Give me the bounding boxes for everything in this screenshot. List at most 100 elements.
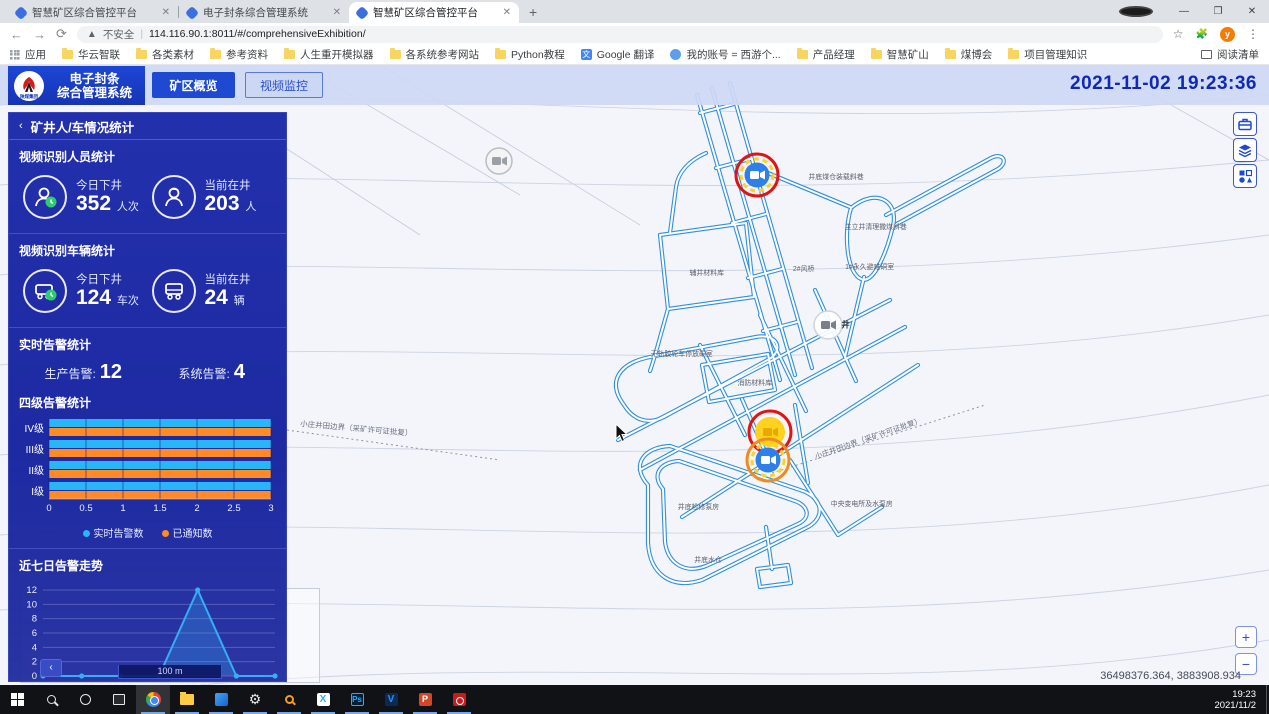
bar-chart-legend: 实时告警数 已通知数 [9, 525, 286, 540]
taskbar-x-app-icon[interactable]: X [306, 685, 340, 714]
tunnel-network [616, 83, 1004, 587]
browser-tab[interactable]: 电子封条综合管理系统 ✕ [179, 2, 349, 23]
translate-icon: 文 [580, 49, 592, 60]
svg-text:III级: III级 [26, 444, 44, 456]
profile-avatar[interactable]: y [1220, 26, 1235, 42]
browser-tab[interactable]: 智慧矿区综合管控平台 ✕ [349, 2, 519, 23]
taskbar-settings-icon[interactable]: ⚙ [238, 685, 272, 714]
folder-icon [210, 48, 221, 59]
bookmark-item[interactable]: 人生重开模拟器 [284, 47, 374, 62]
svg-text:3: 3 [268, 503, 273, 514]
address-bar[interactable]: ▲ 不安全 | 114.116.90.1:8011/#/comprehensiv… [76, 25, 1163, 43]
taskbar-everything-search-icon[interactable] [272, 685, 306, 714]
camera-marker-alarm-red[interactable] [734, 152, 780, 198]
tab-close-icon[interactable]: ✕ [503, 7, 511, 18]
bookmark-item[interactable]: 各系统参考网站 [389, 47, 479, 62]
taskbar-powerpoint-icon[interactable]: P [408, 685, 442, 714]
vehicle-stats-row: 今日下井 124 车次 当前在井 24 辆 [9, 259, 286, 321]
header-datetime: 2021-11-02 19:23:36 [1070, 73, 1257, 94]
map-layers-button[interactable] [1233, 138, 1257, 162]
svg-text:1.5: 1.5 [153, 503, 166, 514]
company-logo-icon: 陕煤集团 [14, 70, 44, 101]
bookmark-item[interactable]: 产品经理 [796, 47, 855, 62]
map-coordinates: 36498376.364, 3883908.934 [1100, 670, 1241, 682]
window-controls: — ❐ ✕ [1119, 0, 1269, 23]
vehicle-icon [151, 269, 196, 313]
browser-tab[interactable]: 智慧矿区综合管控平台 ✕ [8, 2, 178, 23]
bookmark-item[interactable]: 智慧矿山 [870, 47, 929, 62]
bookmark-item[interactable]: Python教程 [495, 47, 565, 62]
start-button[interactable] [0, 685, 34, 714]
tab-favicon-icon [354, 5, 370, 20]
taskbar-photos-icon[interactable] [204, 685, 238, 714]
svg-text:2: 2 [32, 657, 37, 668]
taskbar-search-icon[interactable] [34, 685, 68, 714]
panel-collapse-button[interactable]: ‹ [40, 659, 62, 677]
panel-collapse-chevron-icon[interactable]: ‹ [19, 120, 23, 132]
camera-marker-notified[interactable] [745, 437, 791, 483]
windows-taskbar: ⚙ X Ps V P 19:23 2021/11/2 [0, 685, 1269, 714]
window-minimize-button[interactable]: — [1167, 6, 1201, 17]
folder-icon [1008, 48, 1020, 59]
browser-toolbar: ← → ⟳ ▲ 不安全 | 114.116.90.1:8011/#/compre… [0, 23, 1269, 45]
legend-notified: 已通知数 [161, 525, 213, 540]
section-trend-title: 近七日告警走势 [19, 559, 104, 573]
tunnel-network-inner [615, 82, 1005, 588]
realtime-alarm-row: 生产告警: 12 系统告警: 4 [9, 353, 286, 386]
bookmark-star-icon[interactable]: ☆ [1173, 27, 1184, 41]
system-alarm-count: 系统告警: 4 [178, 361, 245, 383]
bookmark-item[interactable]: 煤博会 [944, 47, 992, 62]
camera-marker-well[interactable] [813, 310, 843, 340]
section-vehicle-title: 视频识别车辆统计 [19, 244, 116, 258]
browser-menu-icon[interactable]: ⋮ [1247, 27, 1259, 41]
globe-icon [670, 49, 682, 60]
task-view-icon[interactable] [102, 685, 136, 714]
window-close-button[interactable]: ✕ [1235, 6, 1269, 17]
svg-text:12: 12 [26, 585, 37, 596]
new-tab-button[interactable]: + [529, 4, 537, 20]
taskbar-photoshop-icon[interactable]: Ps [340, 685, 374, 714]
folder-icon [796, 48, 808, 59]
bookmark-item[interactable]: 文 Google 翻译 [580, 47, 654, 62]
taskbar-recorder-icon[interactable] [442, 685, 476, 714]
svg-text:6: 6 [32, 628, 37, 639]
map-place-label: 井 [841, 320, 850, 330]
map-zoom-in-button[interactable]: + [1235, 626, 1257, 648]
folder-icon [136, 48, 147, 59]
bookmark-item[interactable]: 项目管理知识 [1008, 47, 1087, 62]
taskbar-v-app-icon[interactable]: V [374, 685, 408, 714]
bookmark-item[interactable]: 参考资料 [210, 47, 268, 62]
bookmark-item[interactable]: 我的账号 = 西游个... [670, 47, 781, 62]
stat-vehicle-today: 今日下井 124 车次 [23, 269, 152, 313]
map-place-label: 中央变电所及水泵房 [830, 499, 893, 508]
taskbar-clock[interactable]: 19:23 2021/11/2 [1214, 689, 1266, 711]
vehicle-shield-icon [23, 269, 67, 313]
bookmark-item[interactable]: 华云智联 [62, 47, 120, 62]
bookmark-item[interactable]: 各类素材 [136, 47, 194, 62]
tab-favicon-icon [13, 5, 29, 20]
bookmark-item[interactable]: 应用 [10, 47, 46, 62]
app-logo-block: 陕煤集团 电子封条 综合管理系统 [8, 66, 145, 105]
svg-text:IV级: IV级 [25, 423, 44, 435]
svg-text:2: 2 [194, 503, 199, 514]
window-maximize-button[interactable]: ❐ [1201, 6, 1235, 17]
map-legend-button[interactable] [1233, 164, 1257, 188]
forward-icon[interactable]: → [33, 27, 46, 42]
reading-list-button[interactable]: 阅读清单 [1201, 47, 1259, 62]
nav-tab-video-monitor[interactable]: 视频监控 [245, 72, 323, 98]
tab-close-icon[interactable]: ✕ [162, 7, 170, 18]
map-tools-button[interactable] [1233, 112, 1257, 136]
tab-close-icon[interactable]: ✕ [333, 7, 341, 18]
taskbar-file-explorer-icon[interactable] [170, 685, 204, 714]
camera-marker-offline[interactable] [485, 147, 513, 175]
extensions-icon[interactable]: 🧩 [1196, 29, 1208, 40]
cortana-icon[interactable] [68, 685, 102, 714]
reload-icon[interactable]: ⟳ [56, 26, 67, 42]
panel-title-bar[interactable]: ‹ 矿井人/车情况统计 [9, 113, 286, 140]
svg-text:0.5: 0.5 [79, 503, 92, 514]
reading-list-icon [1201, 50, 1212, 59]
nav-tab-mine-overview[interactable]: 矿区概览 [152, 72, 235, 98]
back-icon[interactable]: ← [10, 27, 23, 42]
taskbar-chrome-icon[interactable] [136, 685, 170, 714]
svg-text:0: 0 [46, 503, 51, 514]
